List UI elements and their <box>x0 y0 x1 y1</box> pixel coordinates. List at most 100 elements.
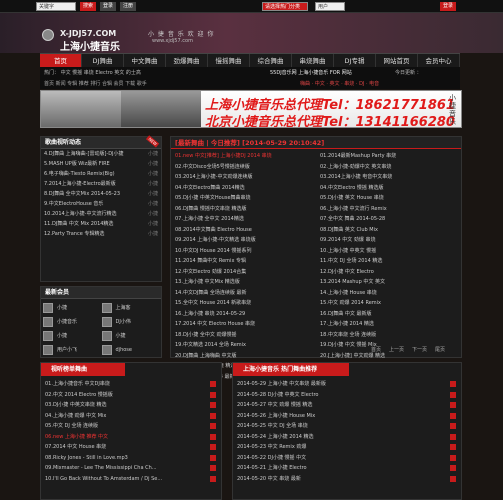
search-input[interactable]: 关键字 <box>36 2 76 11</box>
avatar[interactable] <box>43 330 53 341</box>
rank-title[interactable]: 07.2014 中文 House 串烧 <box>45 444 106 450</box>
song-row[interactable]: 05.DJ小捷 英文 House 串烧 <box>316 193 461 204</box>
song-title[interactable]: 6.电子嗨曲-Tiesto Remix(Big) <box>44 171 115 177</box>
nav-item[interactable]: 串烧舞曲 <box>292 54 334 67</box>
hot-tags[interactable]: 热门： 中文 慢摇 串烧 Electro 英文 的士高 <box>44 67 141 79</box>
song-row[interactable]: 18.DJ小捷 全中文 劲爆慢摇 <box>171 330 316 341</box>
play-icon[interactable] <box>210 381 216 387</box>
rank-row[interactable]: 08.Ricky Jones - Still in Love.mp3 <box>41 453 221 464</box>
song-row[interactable]: 03.2014上海小捷-中文劲爆连续版 <box>171 172 316 183</box>
rank-title[interactable]: 01.上海小捷音乐 中文DJ串烧 <box>45 381 110 387</box>
register-button[interactable]: 注册 <box>120 2 137 11</box>
pager-link[interactable]: 上一页 <box>389 347 404 353</box>
rank-row[interactable]: 2014-05-20 中文 串烧 最新 <box>233 474 461 485</box>
nav-item[interactable]: DJ舞曲 <box>82 54 124 67</box>
song-row[interactable]: 04.中文Electro 慢摇 精选版 <box>316 183 461 194</box>
play-icon[interactable] <box>450 475 456 482</box>
play-icon[interactable] <box>210 454 216 461</box>
song-row[interactable]: 05.DJ小捷 中英文House舞曲串烧 <box>171 193 316 204</box>
song-row[interactable]: 06.DJ舞曲 慢摇中文串烧 精选版 <box>171 204 316 215</box>
rank-row[interactable]: 06.new 上海小捷 推荐 中文 <box>41 432 221 443</box>
nav-item[interactable]: 综合舞曲 <box>250 54 292 67</box>
rank-title[interactable]: 2014-05-23 中文 Remix 劲爆 <box>237 444 306 450</box>
rank-row[interactable]: 2014-05-23 中文 Remix 劲爆 <box>233 442 461 453</box>
go-button[interactable]: 登录 <box>440 2 457 11</box>
song-title[interactable]: 4.DJ舞曲 上海嗨曲-[雷动版]-DJ小捷 <box>44 151 124 157</box>
song-row[interactable]: 16.DJ舞曲 中文 最新版 <box>316 309 461 320</box>
song-row[interactable]: 06.上海小捷 中文流行 Remix <box>316 204 461 215</box>
logo-text-cn[interactable]: 上海小捷音乐 <box>60 38 120 53</box>
song-row[interactable]: 12.中文Electro 劲爆 2014合集 <box>171 267 316 278</box>
rank-title[interactable]: 2014-05-25 中文 DJ 全场 串烧 <box>237 423 308 429</box>
login-button[interactable]: 登录 <box>100 2 117 11</box>
avatar[interactable] <box>101 344 112 355</box>
rank-title[interactable]: 09.Mixmaster - Lee The Mississippi Cha C… <box>45 465 157 471</box>
list-item[interactable]: 4.DJ舞曲 上海嗨曲-[雷动版]-DJ小捷 小捷 <box>41 149 161 159</box>
rank-title[interactable]: 02.中文 2014 Electro 慢摇版 <box>45 392 113 398</box>
song-title[interactable]: 12.Party Trance 专辑精选 <box>44 231 104 237</box>
song-row[interactable]: 15.中文 劲爆 2014 Remix <box>316 298 461 309</box>
song-row[interactable]: 17.2014 中文 Electro House 串烧 <box>171 319 316 330</box>
list-item[interactable]: 5.MASH UP版 Wiz最新 FIRE 小捷 <box>41 159 161 169</box>
song-row[interactable]: 01.2014最新Mashup Party 串烧 <box>316 151 461 162</box>
pager-link[interactable]: 下一页 <box>412 347 427 353</box>
play-icon[interactable] <box>210 465 216 471</box>
song-row[interactable]: 01.new 中文[推荐] 上海小捷DJ 2014 串烧 <box>171 151 316 162</box>
song-title[interactable]: 11.DJ舞曲 中文 Mix 2014精选 <box>44 221 113 227</box>
rank-row[interactable]: 2014-05-25 中文 DJ 全场 串烧 <box>233 421 461 432</box>
member-item[interactable]: DJ小伟 <box>101 315 160 328</box>
avatar[interactable] <box>101 330 112 341</box>
rank-row[interactable]: 2014-05-26 上海小捷 House Mix <box>233 411 461 422</box>
list-item[interactable]: 9.中文ElectroHouse 音乐 小捷 <box>41 199 161 209</box>
rank-title[interactable]: 2014-05-26 上海小捷 House Mix <box>237 413 315 419</box>
song-title[interactable]: 7.2014上海小捷-Electro最新版 <box>44 181 116 187</box>
member-name[interactable]: 小捷 <box>57 304 67 311</box>
song-row[interactable]: 09.2014 上海小捷-中文精选 串烧版 <box>171 235 316 246</box>
avatar[interactable] <box>101 316 112 327</box>
member-item[interactable]: 用户小飞 <box>43 343 101 356</box>
list-item[interactable]: 8.DJ舞曲 全中文Mix 2014-05-23 小捷 <box>41 189 161 199</box>
song-row[interactable]: 18.中文串烧 全场 连续版 <box>316 330 461 341</box>
rank-title[interactable]: 2014-05-22 DJ小捷 慢摇 中文 <box>237 455 306 461</box>
nav-item[interactable]: DJ专辑 <box>334 54 376 67</box>
member-item[interactable]: 小捷 <box>101 329 160 342</box>
rank-row[interactable]: 01.上海小捷音乐 中文DJ串烧 <box>41 379 221 390</box>
pager-link[interactable]: 首页 <box>371 347 381 353</box>
member-item[interactable]: 小捷 <box>43 329 101 342</box>
song-row[interactable]: 13.上海小捷 中文Mix 精选版 <box>171 277 316 288</box>
member-item[interactable]: 小捷 <box>43 301 101 314</box>
play-icon[interactable] <box>210 423 216 429</box>
member-item[interactable]: 上海客 <box>101 301 160 314</box>
rank-title[interactable]: 2014-05-24 上海小捷 2014 精选 <box>237 434 314 440</box>
rank-row[interactable]: 07.2014 中文 House 串烧 <box>41 442 221 453</box>
member-name[interactable]: 用户小飞 <box>57 346 77 353</box>
member-name[interactable]: 小捷音乐 <box>57 318 77 325</box>
play-icon[interactable] <box>450 412 456 419</box>
mini-categories[interactable]: 嗨曲 · 中文 · 英文 · 串烧 · DJ · 电音 <box>300 79 379 89</box>
song-row[interactable]: 15.全中文 House 2014 新歌串烧 <box>171 298 316 309</box>
play-icon[interactable] <box>450 423 456 429</box>
rank-row[interactable]: 2014-05-29 上海小捷 中文串烧 最新版 <box>233 379 461 390</box>
list-item[interactable]: 6.电子嗨曲-Tiesto Remix(Big) 小捷 <box>41 169 161 179</box>
rank-title[interactable]: 2014-05-21 上海小捷 Electro <box>237 465 307 471</box>
song-title[interactable]: 9.中文ElectroHouse 音乐 <box>44 201 103 207</box>
play-icon[interactable] <box>210 444 216 450</box>
song-row[interactable]: 10.中文DJ House 2014 慢摇系列 <box>171 246 316 257</box>
rank-row[interactable]: 10.I'll Go Back Without To Amsterdam / D… <box>41 474 221 485</box>
rank-row[interactable]: 03.DJ小捷 中英文串烧 精选 <box>41 400 221 411</box>
song-row[interactable]: 02.上海小捷-劲爆中文 英文串烧 <box>316 162 461 173</box>
nav-item[interactable]: 网站首页 <box>376 54 418 67</box>
user-field[interactable]: 用户 <box>315 2 345 11</box>
song-row[interactable]: 08.DJ舞曲 英文 Club Mix <box>316 225 461 236</box>
song-row[interactable]: 04.中文Electro舞曲 2014精选 <box>171 183 316 194</box>
rank-row[interactable]: 02.中文 2014 Electro 慢摇版 <box>41 390 221 401</box>
play-icon[interactable] <box>450 465 456 471</box>
rank-title[interactable]: 2014-05-28 DJ小捷 中英文 Electro <box>237 392 319 398</box>
play-icon[interactable] <box>450 454 456 461</box>
member-item[interactable]: djhose <box>101 343 160 356</box>
search-button[interactable]: 搜索 <box>80 2 97 11</box>
song-title[interactable]: 10.2014上海小捷-中文流行精选 <box>44 211 116 217</box>
member-name[interactable]: 小捷 <box>57 332 67 339</box>
song-row[interactable]: 16.上海小捷 串烧 2014-05-29 <box>171 309 316 320</box>
rank-title[interactable]: 04.上海小捷 劲爆 中文 Mix <box>45 413 106 419</box>
